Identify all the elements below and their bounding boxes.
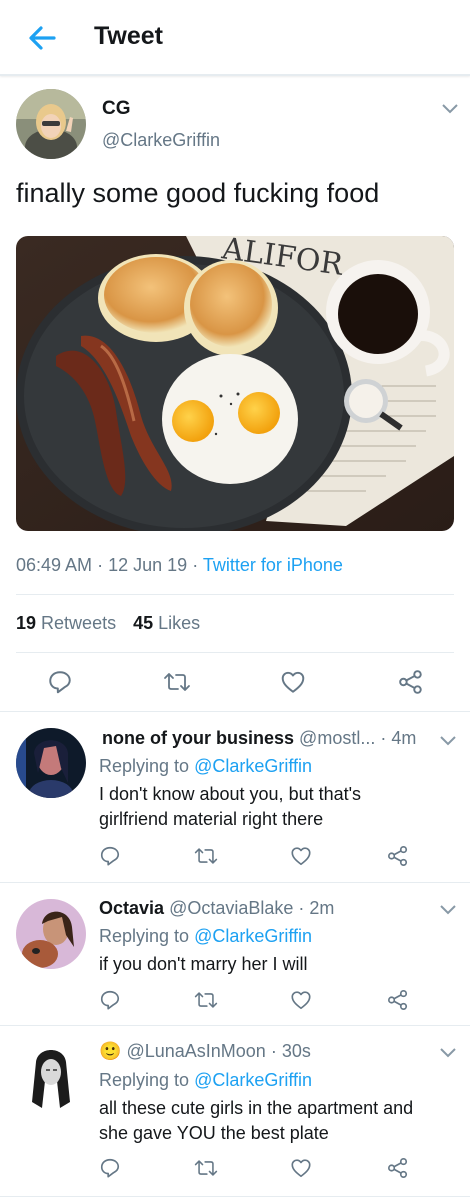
reply-author-name[interactable]: 🙂 — [99, 1041, 121, 1061]
replying-to-handle[interactable]: @ClarkeGriffin — [194, 1070, 312, 1090]
reply-header: Octavia @OctaviaBlake · 2m — [99, 898, 334, 919]
reply-avatar[interactable] — [16, 728, 86, 798]
reply-author-name[interactable]: none of your business — [102, 728, 294, 748]
retweet-icon[interactable] — [162, 669, 192, 695]
reply-avatar[interactable] — [16, 1042, 86, 1112]
retweet-icon[interactable] — [193, 845, 219, 867]
separator: · — [270, 1041, 277, 1061]
author-name[interactable]: CG — [102, 98, 131, 120]
breakfast-photo-icon: ALIFOR — [16, 236, 454, 531]
retweets-stat[interactable]: 19 Retweets — [16, 613, 121, 633]
reply-time: 4m — [391, 728, 417, 748]
reply-text-line: she gave YOU the best plate — [99, 1123, 329, 1143]
engagement-stats: 19 Retweets 45 Likes — [16, 613, 200, 634]
share-icon[interactable] — [387, 845, 409, 867]
retweets-label: Retweets — [41, 613, 117, 633]
tweet-image[interactable]: ALIFOR — [16, 236, 454, 531]
reply-text-line: I don't know about you, but that's — [99, 784, 362, 804]
like-heart-icon[interactable] — [290, 845, 312, 867]
back-arrow-icon[interactable] — [26, 22, 58, 54]
chevron-down-icon[interactable] — [440, 905, 456, 915]
reply-header: 🙂 @LunaAsInMoon · 30s — [99, 1041, 311, 1062]
reply-item[interactable]: 🙂 @LunaAsInMoon · 30s Replying to @Clark… — [0, 1026, 470, 1196]
replying-to-handle[interactable]: @ClarkeGriffin — [194, 756, 312, 776]
separator: · — [192, 555, 199, 575]
reply-author-handle[interactable]: @mostl... — [299, 728, 375, 748]
divider — [16, 652, 454, 653]
reply-author-name[interactable]: Octavia — [99, 898, 164, 918]
reply-time: 30s — [281, 1041, 311, 1061]
tweet-text: finally some good fucking food — [16, 178, 380, 208]
author-handle[interactable]: @ClarkeGriffin — [102, 130, 220, 151]
replying-to: Replying to @ClarkeGriffin — [99, 756, 312, 777]
replying-to-handle[interactable]: @ClarkeGriffin — [194, 926, 312, 946]
chevron-down-icon[interactable] — [440, 736, 456, 746]
reply-icon[interactable] — [99, 845, 121, 867]
author-avatar[interactable] — [16, 89, 86, 159]
tweet-source-link[interactable]: Twitter for iPhone — [203, 555, 343, 575]
reply-icon[interactable] — [99, 1157, 121, 1179]
replying-to-label: Replying to — [99, 756, 190, 776]
divider — [0, 1196, 470, 1197]
replying-to-label: Replying to — [99, 1070, 190, 1090]
share-icon[interactable] — [387, 1157, 409, 1179]
reply-text-line: all these cute girls in the apartment an… — [99, 1098, 414, 1118]
separator: · — [298, 898, 305, 918]
chevron-down-icon[interactable] — [440, 1048, 456, 1058]
replying-to: Replying to @ClarkeGriffin — [99, 1070, 312, 1091]
retweets-count: 19 — [16, 613, 37, 633]
replying-to-label: Replying to — [99, 926, 190, 946]
replying-to: Replying to @ClarkeGriffin — [99, 926, 312, 947]
reply-author-handle[interactable]: @LunaAsInMoon — [126, 1041, 265, 1061]
page-title: Tweet — [94, 22, 163, 50]
share-icon[interactable] — [398, 669, 424, 695]
tweet-meta: 06:49 AM · 12 Jun 19 · Twitter for iPhon… — [16, 555, 343, 576]
like-heart-icon[interactable] — [280, 669, 306, 695]
likes-label: Likes — [158, 613, 201, 633]
reply-avatar[interactable] — [16, 899, 86, 969]
reply-item[interactable]: Octavia @OctaviaBlake · 2m Replying to @… — [0, 883, 470, 1025]
reply-text-line: girlfriend material right there — [99, 809, 324, 829]
tweet-date: 12 Jun 19 — [108, 555, 188, 575]
likes-stat[interactable]: 45 Likes — [133, 613, 200, 633]
separator: · — [97, 555, 104, 575]
like-heart-icon[interactable] — [290, 1157, 312, 1179]
share-icon[interactable] — [387, 989, 409, 1011]
retweet-icon[interactable] — [193, 1157, 219, 1179]
reply-icon[interactable] — [47, 669, 73, 695]
reply-header: none of your business @mostl... · 4m — [102, 728, 416, 749]
retweet-icon[interactable] — [193, 989, 219, 1011]
reply-time: 2m — [309, 898, 335, 918]
reply-icon[interactable] — [99, 989, 121, 1011]
top-bar: Tweet — [0, 0, 470, 76]
separator: · — [380, 728, 387, 748]
reply-text-line: if you don't marry her I will — [99, 954, 308, 974]
likes-count: 45 — [133, 613, 154, 633]
reply-item[interactable]: none of your business @mostl... · 4m Rep… — [0, 712, 470, 882]
tweet-time: 06:49 AM — [16, 555, 93, 575]
like-heart-icon[interactable] — [290, 989, 312, 1011]
divider — [16, 594, 454, 595]
chevron-down-icon[interactable] — [442, 104, 458, 114]
reply-author-handle[interactable]: @OctaviaBlake — [169, 898, 293, 918]
